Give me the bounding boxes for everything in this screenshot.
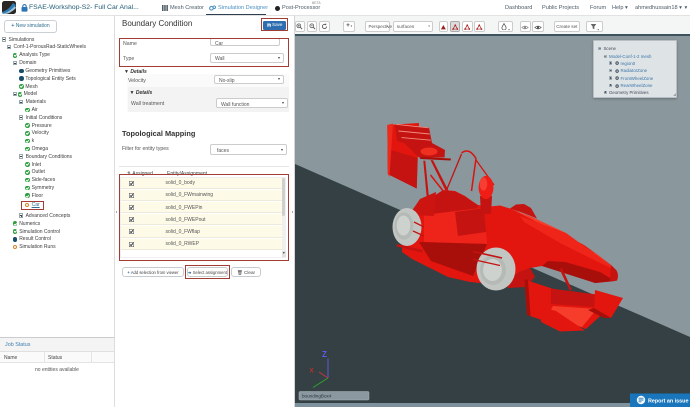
svg-text:X: X	[310, 369, 314, 375]
svg-text:Z: Z	[322, 350, 327, 359]
svg-text:Report an issue: Report an issue	[648, 398, 688, 404]
svg-text:boundingBox4: boundingBox4	[302, 394, 332, 399]
